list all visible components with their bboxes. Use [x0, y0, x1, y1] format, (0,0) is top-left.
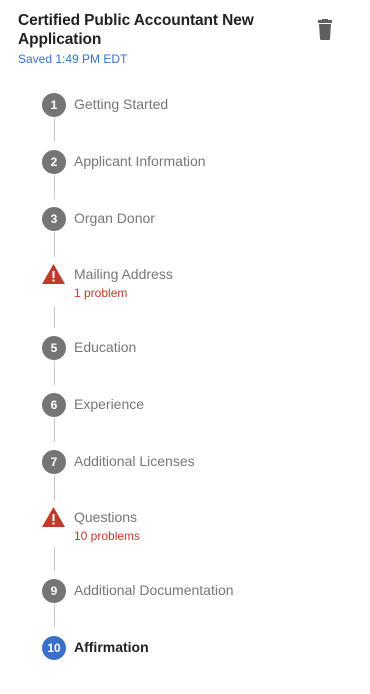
- application-panel: Certified Public Accountant New Applicat…: [0, 0, 370, 694]
- step-label: Additional Licenses: [74, 453, 195, 469]
- step-number-badge: 6: [42, 393, 66, 417]
- step-number-badge: 2: [42, 150, 66, 174]
- problem-count: 10 problems: [74, 529, 141, 543]
- step-number-badge: 5: [42, 336, 66, 360]
- step-label: Education: [74, 339, 137, 355]
- step-number-badge: 9: [42, 579, 66, 603]
- step-number-badge: 3: [42, 207, 66, 231]
- step-label: Getting Started: [74, 96, 169, 112]
- step-label: Applicant Information: [74, 153, 206, 169]
- warning-icon: [42, 264, 65, 284]
- step-number-badge: 1: [42, 93, 66, 117]
- step-connector: [54, 547, 55, 571]
- step-connector: [54, 361, 55, 385]
- step-label: Questions: [74, 509, 138, 525]
- step-connector: [54, 232, 55, 257]
- stepper: 1 Getting Started 2 Applicant Informatio…: [0, 0, 370, 694]
- step-label: Mailing Address: [74, 266, 173, 282]
- step-number-badge: 10: [42, 636, 66, 660]
- step-connector: [54, 175, 55, 199]
- problem-count: 1 problem: [74, 286, 128, 300]
- warning-icon: [42, 507, 65, 527]
- step-connector: [54, 475, 55, 501]
- step-connector: [54, 306, 55, 328]
- step-label: Additional Documentation: [74, 582, 234, 598]
- step-connector: [54, 418, 55, 442]
- step-number-badge: 7: [42, 450, 66, 474]
- step-connector: [54, 118, 55, 142]
- step-label: Experience: [74, 396, 145, 412]
- step-label: Organ Donor: [74, 210, 155, 226]
- step-connector: [54, 604, 55, 628]
- step-label: Affirmation: [74, 639, 149, 655]
